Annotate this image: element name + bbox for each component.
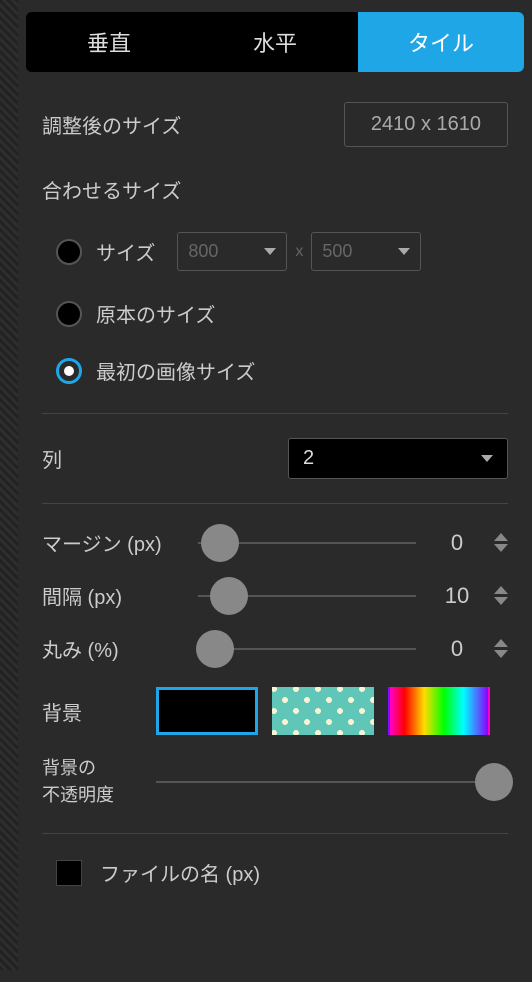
filename-checkbox[interactable] <box>56 860 82 886</box>
radio-first-image-size[interactable] <box>56 358 82 384</box>
rounding-value: 0 <box>432 636 482 662</box>
custom-height-select[interactable]: 500 <box>311 232 421 271</box>
divider <box>42 833 508 834</box>
layout-tabs: 垂直 水平 タイル <box>26 12 524 72</box>
margin-value: 0 <box>432 530 482 556</box>
stepper-down-icon <box>494 544 508 552</box>
stepper-down-icon <box>494 650 508 658</box>
spacing-slider-thumb[interactable] <box>210 577 248 615</box>
rounding-label: 丸み (%) <box>42 634 182 663</box>
divider <box>42 413 508 414</box>
custom-width-value: 800 <box>188 241 218 262</box>
spacing-value: 10 <box>432 583 482 609</box>
fit-size-label: 合わせるサイズ <box>42 175 508 204</box>
caret-down-icon <box>398 248 410 255</box>
spacing-label: 間隔 (px) <box>42 581 182 610</box>
stepper-down-icon <box>494 597 508 605</box>
filename-label: ファイルの名 (px) <box>100 858 260 887</box>
columns-select[interactable]: 2 <box>288 438 508 479</box>
tab-horizontal[interactable]: 水平 <box>192 12 358 72</box>
radio-original-size-label: 原本のサイズ <box>96 299 215 328</box>
bg-opacity-slider-thumb[interactable] <box>475 763 513 801</box>
divider <box>42 503 508 504</box>
radio-first-image-size-label: 最初の画像サイズ <box>96 356 255 385</box>
tab-tile[interactable]: タイル <box>358 12 524 72</box>
bg-opacity-slider[interactable] <box>156 781 508 783</box>
caret-down-icon <box>264 248 276 255</box>
stepper-up-icon <box>494 533 508 541</box>
bg-opacity-label: 背景の 不透明度 <box>42 755 142 809</box>
rounding-stepper[interactable] <box>494 639 508 658</box>
radio-original-size[interactable] <box>56 301 82 327</box>
bg-swatch-pattern[interactable] <box>272 687 374 735</box>
bg-swatch-gradient[interactable] <box>388 687 490 735</box>
spacing-slider[interactable] <box>198 595 416 597</box>
margin-slider-thumb[interactable] <box>201 524 239 562</box>
custom-width-select[interactable]: 800 <box>177 232 287 271</box>
adjusted-size-value: 2410 x 1610 <box>344 102 508 147</box>
caret-down-icon <box>481 455 493 462</box>
stepper-up-icon <box>494 586 508 594</box>
custom-height-value: 500 <box>322 241 352 262</box>
adjusted-size-label: 調整後のサイズ <box>42 110 181 139</box>
radio-custom-size-label: サイズ <box>96 237 155 266</box>
dimension-separator: x <box>295 243 303 261</box>
radio-custom-size[interactable] <box>56 239 82 265</box>
tab-vertical[interactable]: 垂直 <box>26 12 192 72</box>
background-label: 背景 <box>42 697 142 726</box>
stepper-up-icon <box>494 639 508 647</box>
spacing-stepper[interactable] <box>494 586 508 605</box>
margin-slider[interactable] <box>198 542 416 544</box>
rounding-slider[interactable] <box>198 648 416 650</box>
margin-stepper[interactable] <box>494 533 508 552</box>
columns-label: 列 <box>42 444 62 473</box>
columns-value: 2 <box>303 447 314 470</box>
margin-label: マージン (px) <box>42 528 182 557</box>
rounding-slider-thumb[interactable] <box>196 630 234 668</box>
bg-swatch-solid[interactable] <box>156 687 258 735</box>
